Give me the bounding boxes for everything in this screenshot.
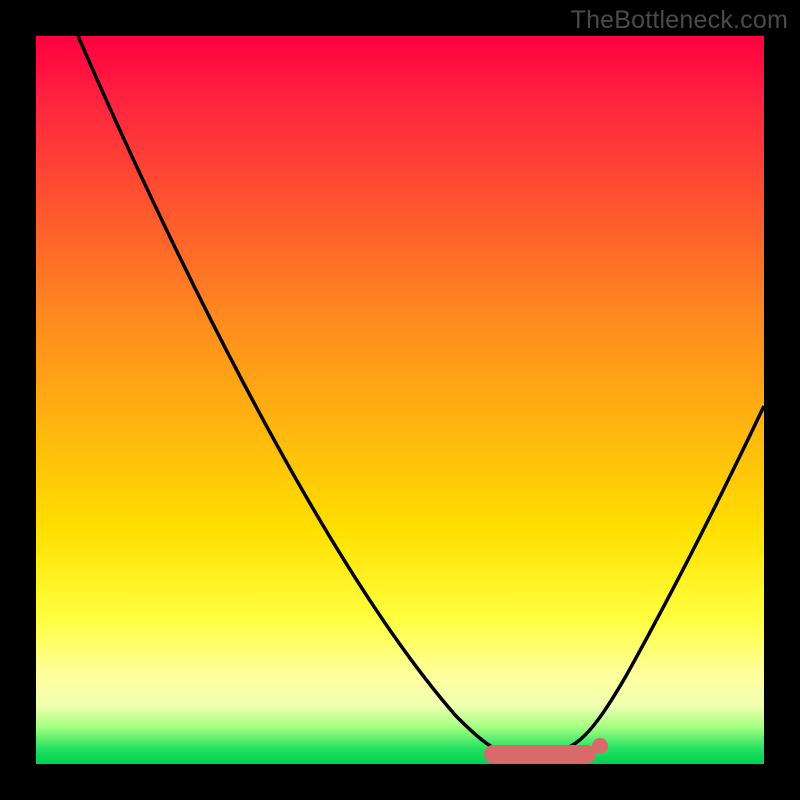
bottleneck-curve [36,36,764,764]
chart-area [36,36,764,764]
curve-path [78,36,764,755]
optimal-range-end-dot [592,738,608,754]
watermark-text: TheBottleneck.com [571,6,788,35]
optimal-range-marker [484,745,596,763]
